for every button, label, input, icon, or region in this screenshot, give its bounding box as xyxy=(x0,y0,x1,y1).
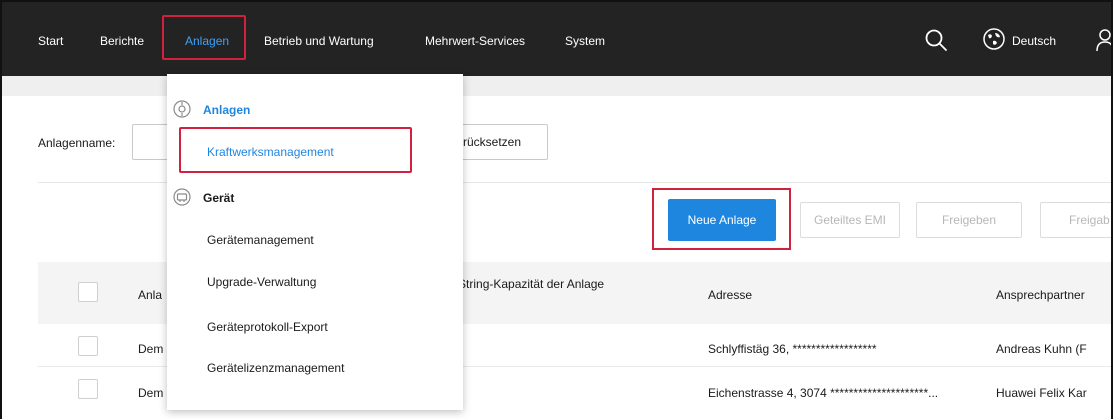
new-plant-button-highlight xyxy=(652,188,791,250)
menu-group-device: Gerät xyxy=(203,191,235,205)
select-all-checkbox[interactable] xyxy=(78,282,98,302)
plants-dropdown-menu: Anlagen Kraftwerksmanagement Gerät Gerät… xyxy=(167,74,463,410)
nav-reports[interactable]: Berichte xyxy=(100,34,144,48)
plant-icon xyxy=(173,100,191,118)
row-plant-name[interactable]: Dem xyxy=(138,386,163,400)
col-header-plant-name[interactable]: Anla xyxy=(138,288,162,302)
search-icon[interactable] xyxy=(924,28,948,52)
nav-value-added-services[interactable]: Mehrwert-Services xyxy=(425,34,525,48)
share-button[interactable]: Freigeben xyxy=(916,202,1022,238)
menu-item-device-log-export[interactable]: Geräteprotokoll-Export xyxy=(207,320,328,334)
device-icon xyxy=(173,188,191,206)
menu-group-plants: Anlagen xyxy=(203,103,251,117)
row-address: Eichenstrasse 4, 3074 ******************… xyxy=(708,386,939,400)
nav-system[interactable]: System xyxy=(565,34,605,48)
globe-icon[interactable] xyxy=(983,28,1005,50)
plant-management-highlight xyxy=(179,127,412,173)
row-plant-name[interactable]: Dem xyxy=(138,342,163,356)
shared-emi-button[interactable]: Geteiltes EMI xyxy=(800,202,900,238)
language-selector[interactable]: Deutsch xyxy=(1012,34,1056,48)
plant-name-label: Anlagenname: xyxy=(38,136,116,150)
row-checkbox[interactable] xyxy=(78,336,98,356)
menu-item-upgrade-management[interactable]: Upgrade-Verwaltung xyxy=(207,275,316,289)
share-more-button[interactable]: Freigab xyxy=(1040,202,1113,238)
row-checkbox[interactable] xyxy=(78,379,98,399)
user-icon[interactable] xyxy=(1096,27,1113,53)
nav-start[interactable]: Start xyxy=(38,34,63,48)
row-address: Schlyffistäg 36, ****************** xyxy=(708,342,877,356)
nav-plants-highlight xyxy=(162,15,246,60)
menu-item-device-license-management[interactable]: Gerätelizenzmanagement xyxy=(207,361,344,375)
col-header-contact[interactable]: Ansprechpartner xyxy=(996,288,1085,302)
menu-item-device-management[interactable]: Gerätemanagement xyxy=(207,233,314,247)
nav-operation-maintenance[interactable]: Betrieb und Wartung xyxy=(264,34,374,48)
col-header-address[interactable]: Adresse xyxy=(708,288,752,302)
row-contact: Andreas Kuhn (F xyxy=(996,342,1087,356)
row-contact: Huawei Felix Kar xyxy=(996,386,1087,400)
